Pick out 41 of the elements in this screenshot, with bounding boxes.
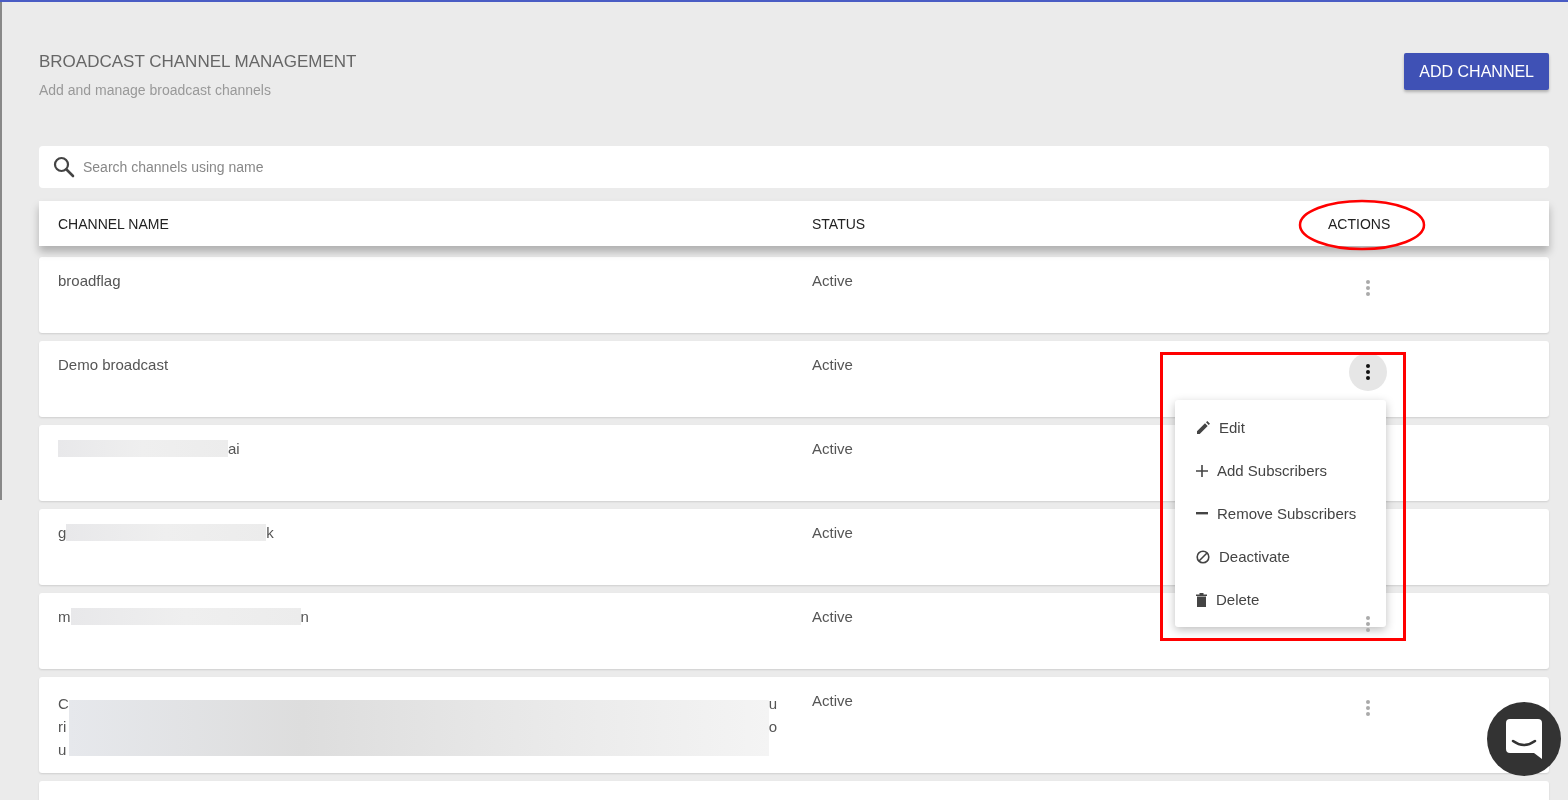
channel-name-fragment: C: [58, 694, 69, 714]
menu-item[interactable]: Deactivate: [1175, 535, 1386, 578]
channel-name-fragment: u: [58, 740, 68, 760]
channel-name: broadflag: [58, 272, 121, 289]
status-text: Active: [812, 524, 854, 541]
search-field[interactable]: Search channels using name: [39, 146, 1549, 188]
vertical-dots-icon: [1365, 615, 1371, 633]
block-icon: [1196, 549, 1210, 564]
trash-icon: [1196, 592, 1207, 607]
channel-name: ai: [228, 440, 240, 457]
column-header: ACTIONS: [1312, 215, 1549, 232]
add-channel-button[interactable]: ADD CHANNEL: [1404, 53, 1549, 90]
menu-item[interactable]: Remove Subscribers: [1175, 492, 1386, 535]
menu-item[interactable]: Add Subscribers: [1175, 449, 1386, 492]
channel-name: n: [300, 608, 309, 625]
status-text: Active: [812, 608, 854, 625]
plus-icon: [1196, 464, 1208, 477]
menu-item[interactable]: Edit: [1175, 406, 1386, 449]
pencil-icon: [1196, 420, 1210, 435]
channel-name: k: [266, 524, 274, 541]
status-text: Active: [812, 356, 854, 373]
column-header: CHANNEL NAME: [57, 215, 170, 232]
channel-name: m: [58, 608, 71, 625]
minus-icon: [1196, 512, 1208, 515]
status-text: Active: [812, 440, 854, 457]
status-text: Active: [812, 272, 854, 289]
status-text: Active: [812, 692, 854, 709]
channel-name-fragment: o: [768, 717, 778, 737]
chat-bubble-icon: [1506, 719, 1542, 759]
column-header: STATUS: [812, 215, 867, 232]
channel-name: Demo broadcast: [58, 356, 169, 373]
more-options-button[interactable]: [1349, 353, 1387, 391]
channel-name: g: [58, 524, 67, 541]
page-title: BROADCAST CHANNEL MANAGEMENT: [39, 52, 357, 72]
channel-name-fragment: u: [768, 694, 778, 714]
vertical-dots-icon: [1365, 279, 1371, 297]
menu-item[interactable]: Delete: [1175, 578, 1386, 621]
channel-name-fragment: ri: [58, 717, 68, 737]
vertical-dots-icon: [1365, 699, 1371, 717]
vertical-dots-icon: [1365, 363, 1371, 381]
page-subtitle: Add and manage broadcast channels: [39, 82, 272, 98]
